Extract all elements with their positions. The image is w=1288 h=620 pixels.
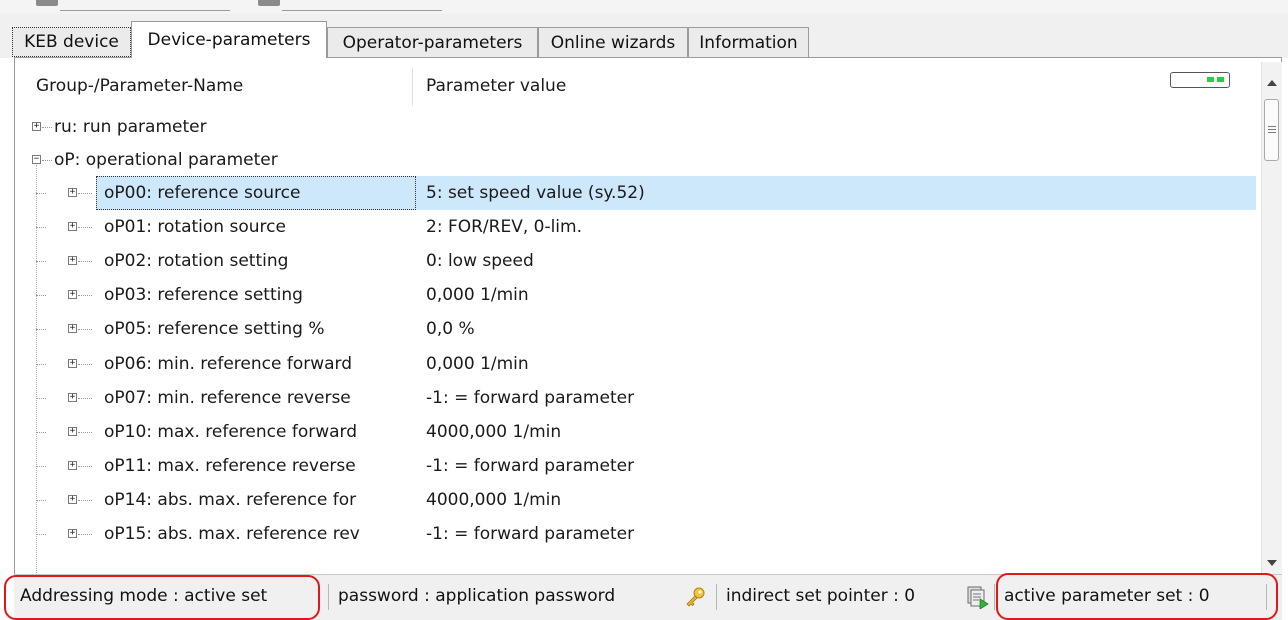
param-value[interactable]: -1: = forward parameter [426,388,634,408]
tab-online-wizards[interactable]: Online wizards [538,27,688,57]
tree-param-row[interactable]: + oP00: reference source 5: set speed valu… [22,176,1260,210]
expand-icon[interactable]: + [68,460,77,470]
column-name-header[interactable]: Group-/Parameter-Name [36,76,243,96]
tree-param-row[interactable]: + oP14: abs. max. reference for 4000,000 1… [22,483,1260,517]
collapse-icon[interactable]: − [32,155,41,164]
expand-icon[interactable]: + [68,188,77,197]
param-name: oP05: reference setting % [104,319,325,340]
param-name: oP15: abs. max. reference rev [104,524,360,544]
param-value[interactable]: 0,0 % [426,319,475,339]
tree-group-op[interactable]: − oP: operational parameter [22,143,1260,177]
tree-param-row[interactable]: + oP05: reference setting % 0,0 % [22,312,1260,346]
param-name: oP07: min. reference reverse [104,387,351,408]
tree-param-row[interactable]: + oP10: max. reference forward 4000,000 1/… [22,415,1260,449]
param-value[interactable]: -1: = forward parameter [426,524,634,544]
param-name: oP01: rotation source [104,217,286,238]
param-value[interactable]: -1: = forward parameter [426,456,634,476]
expand-icon[interactable]: + [68,222,77,232]
tab-information[interactable]: Information [688,27,809,57]
param-name: oP10: max. reference forward [104,421,358,442]
param-name: oP06: min. reference forward [104,353,353,374]
scroll-down-icon[interactable] [1267,560,1277,566]
tree-param-row[interactable]: + oP02: rotation setting 0: low speed [22,244,1260,278]
param-name: oP11: max. reference reverse [104,455,356,476]
scroll-thumb[interactable] [1264,99,1279,161]
tree-param-row[interactable]: + oP07: min. reference reverse -1: = forwa… [22,381,1260,415]
param-value[interactable]: 5: set speed value (sy.52) [426,183,645,203]
tree-param-row[interactable]: + oP15: abs. max. reference rev -1: = forw… [22,517,1260,551]
highlight-box-active-set [996,573,1278,620]
param-name: oP14: abs. max. reference for [104,489,357,510]
expand-icon[interactable]: + [68,392,77,402]
expand-icon[interactable]: + [68,290,77,300]
tab-operator-parameters[interactable]: Operator-parameters [327,27,538,57]
key-icon[interactable] [684,587,706,607]
status-bar: Addressing mode : active set password : … [4,573,1282,620]
tab-device-parameters[interactable]: Device-parameters [131,21,327,58]
parameter-set-icon[interactable] [966,585,990,609]
param-value[interactable]: 2: FOR/REV, 0-lim. [426,217,582,237]
password-status: password : application password [338,586,616,606]
param-name: oP02: rotation setting [104,251,289,272]
tree-param-row[interactable]: + oP03: reference setting 0,000 1/min [22,278,1260,312]
param-name: oP03: reference setting [104,285,303,306]
expand-icon[interactable]: + [68,529,77,538]
vertical-scrollbar[interactable] [1261,62,1282,574]
expand-icon[interactable]: + [68,324,77,334]
toolbar-remnant [0,0,1288,15]
view-toggle[interactable] [1170,72,1230,88]
group-name: oP: operational parameter [54,150,278,170]
param-value[interactable]: 4000,000 1/min [426,422,561,442]
tree-param-row[interactable]: + oP01: rotation source 2: FOR/REV, 0-lim. [22,210,1260,244]
expand-icon[interactable]: + [68,494,77,504]
scroll-up-icon[interactable] [1267,80,1277,86]
param-name: oP00: reference source [104,183,301,203]
tab-keb-device[interactable]: KEB device [12,27,131,57]
highlight-box-addressing [4,575,320,620]
expand-icon[interactable]: + [68,256,77,266]
tree-group-ru[interactable]: + ru: run parameter [22,110,1260,144]
param-value[interactable]: 4000,000 1/min [426,490,561,510]
expand-icon[interactable]: + [68,426,77,436]
indirect-set-pointer-status: indirect set pointer : 0 [726,586,916,606]
expand-icon[interactable]: + [68,358,77,368]
group-name: ru: run parameter [54,117,207,137]
column-value-header[interactable]: Parameter value [426,76,566,96]
tab-bar: KEB device Device-parameters Operator-pa… [0,14,1288,58]
column-header: Group-/Parameter-Name Parameter value [22,62,1257,112]
param-value[interactable]: 0,000 1/min [426,285,529,305]
tree-param-row[interactable]: + oP06: min. reference forward 0,000 1/min [22,347,1260,381]
expand-icon[interactable]: + [32,122,41,131]
tree-param-row[interactable]: + oP11: max. reference reverse -1: = forwa… [22,449,1260,483]
param-value[interactable]: 0,000 1/min [426,354,529,374]
param-value[interactable]: 0: low speed [426,251,534,271]
